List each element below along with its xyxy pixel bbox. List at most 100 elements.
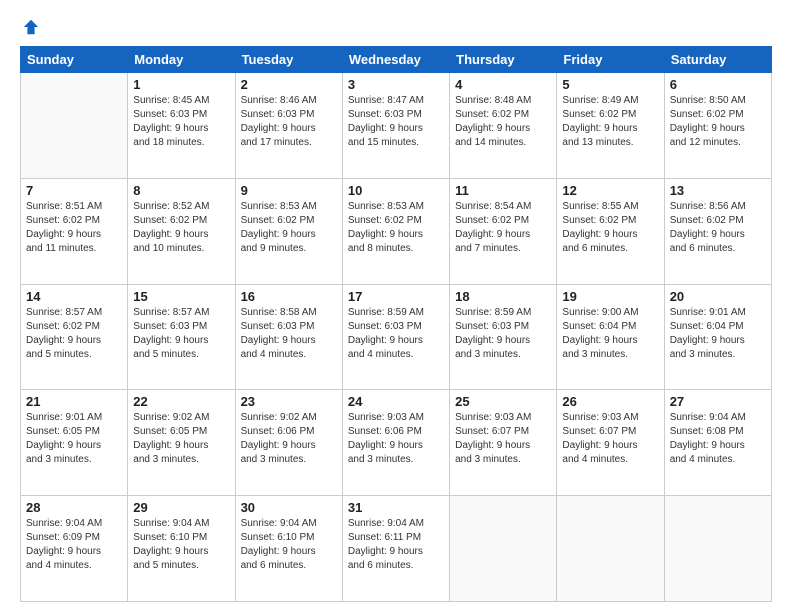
day-number: 2 — [241, 77, 337, 92]
calendar-cell — [450, 496, 557, 602]
day-number: 28 — [26, 500, 122, 515]
calendar-cell: 25 Sunrise: 9:03 AMSunset: 6:07 PMDayligh… — [450, 390, 557, 496]
day-info: Sunrise: 8:48 AMSunset: 6:02 PMDaylight:… — [455, 94, 551, 150]
day-info: Sunrise: 8:58 AMSunset: 6:03 PMDaylight:… — [241, 306, 337, 362]
day-info: Sunrise: 8:59 AMSunset: 6:03 PMDaylight:… — [455, 306, 551, 362]
day-number: 25 — [455, 394, 551, 409]
day-number: 29 — [133, 500, 229, 515]
day-number: 12 — [562, 183, 658, 198]
day-info: Sunrise: 8:46 AMSunset: 6:03 PMDaylight:… — [241, 94, 337, 150]
logo-icon — [22, 18, 40, 36]
calendar-cell: 29 Sunrise: 9:04 AMSunset: 6:10 PMDayligh… — [128, 496, 235, 602]
calendar-cell: 27 Sunrise: 9:04 AMSunset: 6:08 PMDayligh… — [664, 390, 771, 496]
logo — [20, 18, 40, 36]
calendar-cell: 1 Sunrise: 8:45 AMSunset: 6:03 PMDaylight… — [128, 73, 235, 179]
calendar-cell: 10 Sunrise: 8:53 AMSunset: 6:02 PMDayligh… — [342, 178, 449, 284]
day-info: Sunrise: 9:01 AMSunset: 6:04 PMDaylight:… — [670, 306, 766, 362]
day-number: 15 — [133, 289, 229, 304]
day-info: Sunrise: 9:02 AMSunset: 6:05 PMDaylight:… — [133, 411, 229, 467]
day-info: Sunrise: 9:00 AMSunset: 6:04 PMDaylight:… — [562, 306, 658, 362]
day-number: 10 — [348, 183, 444, 198]
calendar-cell: 30Sunrise: 9:04 AMSunset: 6:10 PMDayligh… — [235, 496, 342, 602]
calendar-cell — [664, 496, 771, 602]
day-info: Sunrise: 8:53 AMSunset: 6:02 PMDaylight:… — [241, 200, 337, 256]
calendar-cell: 12Sunrise: 8:55 AMSunset: 6:02 PMDayligh… — [557, 178, 664, 284]
calendar-cell: 16 Sunrise: 8:58 AMSunset: 6:03 PMDayligh… — [235, 284, 342, 390]
day-number: 21 — [26, 394, 122, 409]
calendar-cell: 9 Sunrise: 8:53 AMSunset: 6:02 PMDaylight… — [235, 178, 342, 284]
day-info: Sunrise: 9:02 AMSunset: 6:06 PMDaylight:… — [241, 411, 337, 467]
day-number: 9 — [241, 183, 337, 198]
header — [20, 18, 772, 36]
day-header: Thursday — [450, 47, 557, 73]
day-number: 7 — [26, 183, 122, 198]
day-info: Sunrise: 8:47 AMSunset: 6:03 PMDaylight:… — [348, 94, 444, 150]
calendar-table: SundayMondayTuesdayWednesdayThursdayFrid… — [20, 46, 772, 602]
day-number: 30 — [241, 500, 337, 515]
day-info: Sunrise: 9:04 AMSunset: 6:10 PMDaylight:… — [133, 517, 229, 573]
week-row: 1 Sunrise: 8:45 AMSunset: 6:03 PMDaylight… — [21, 73, 772, 179]
day-number: 6 — [670, 77, 766, 92]
week-row: 28 Sunrise: 9:04 AMSunset: 6:09 PMDayligh… — [21, 496, 772, 602]
day-info: Sunrise: 8:56 AMSunset: 6:02 PMDaylight:… — [670, 200, 766, 256]
day-header: Tuesday — [235, 47, 342, 73]
day-info: Sunrise: 9:03 AMSunset: 6:07 PMDaylight:… — [455, 411, 551, 467]
calendar-cell: 23 Sunrise: 9:02 AMSunset: 6:06 PMDayligh… — [235, 390, 342, 496]
day-info: Sunrise: 8:49 AMSunset: 6:02 PMDaylight:… — [562, 94, 658, 150]
day-number: 16 — [241, 289, 337, 304]
week-row: 7 Sunrise: 8:51 AMSunset: 6:02 PMDaylight… — [21, 178, 772, 284]
day-number: 1 — [133, 77, 229, 92]
calendar-cell: 7 Sunrise: 8:51 AMSunset: 6:02 PMDaylight… — [21, 178, 128, 284]
day-number: 13 — [670, 183, 766, 198]
day-number: 27 — [670, 394, 766, 409]
day-number: 23 — [241, 394, 337, 409]
day-number: 19 — [562, 289, 658, 304]
day-info: Sunrise: 8:59 AMSunset: 6:03 PMDaylight:… — [348, 306, 444, 362]
calendar-cell: 3 Sunrise: 8:47 AMSunset: 6:03 PMDaylight… — [342, 73, 449, 179]
calendar-cell: 24Sunrise: 9:03 AMSunset: 6:06 PMDayligh… — [342, 390, 449, 496]
calendar-cell: 8Sunrise: 8:52 AMSunset: 6:02 PMDaylight… — [128, 178, 235, 284]
day-info: Sunrise: 8:53 AMSunset: 6:02 PMDaylight:… — [348, 200, 444, 256]
day-info: Sunrise: 9:03 AMSunset: 6:07 PMDaylight:… — [562, 411, 658, 467]
day-number: 20 — [670, 289, 766, 304]
calendar-cell: 4Sunrise: 8:48 AMSunset: 6:02 PMDaylight… — [450, 73, 557, 179]
day-header: Monday — [128, 47, 235, 73]
calendar-cell: 31 Sunrise: 9:04 AMSunset: 6:11 PMDayligh… — [342, 496, 449, 602]
day-info: Sunrise: 9:04 AMSunset: 6:08 PMDaylight:… — [670, 411, 766, 467]
calendar-cell: 18 Sunrise: 8:59 AMSunset: 6:03 PMDayligh… — [450, 284, 557, 390]
day-info: Sunrise: 9:04 AMSunset: 6:09 PMDaylight:… — [26, 517, 122, 573]
calendar-cell: 6Sunrise: 8:50 AMSunset: 6:02 PMDaylight… — [664, 73, 771, 179]
day-info: Sunrise: 8:51 AMSunset: 6:02 PMDaylight:… — [26, 200, 122, 256]
day-number: 18 — [455, 289, 551, 304]
calendar-cell: 22Sunrise: 9:02 AMSunset: 6:05 PMDayligh… — [128, 390, 235, 496]
week-row: 14 Sunrise: 8:57 AMSunset: 6:02 PMDayligh… — [21, 284, 772, 390]
header-row: SundayMondayTuesdayWednesdayThursdayFrid… — [21, 47, 772, 73]
week-row: 21 Sunrise: 9:01 AMSunset: 6:05 PMDayligh… — [21, 390, 772, 496]
calendar-cell: 17 Sunrise: 8:59 AMSunset: 6:03 PMDayligh… — [342, 284, 449, 390]
day-number: 26 — [562, 394, 658, 409]
calendar-cell: 19 Sunrise: 9:00 AMSunset: 6:04 PMDayligh… — [557, 284, 664, 390]
day-header: Wednesday — [342, 47, 449, 73]
calendar-cell: 21 Sunrise: 9:01 AMSunset: 6:05 PMDayligh… — [21, 390, 128, 496]
day-number: 5 — [562, 77, 658, 92]
day-number: 8 — [133, 183, 229, 198]
calendar-cell: 26 Sunrise: 9:03 AMSunset: 6:07 PMDayligh… — [557, 390, 664, 496]
calendar-cell: 20 Sunrise: 9:01 AMSunset: 6:04 PMDayligh… — [664, 284, 771, 390]
day-header: Friday — [557, 47, 664, 73]
day-info: Sunrise: 9:04 AMSunset: 6:11 PMDaylight:… — [348, 517, 444, 573]
day-info: Sunrise: 8:54 AMSunset: 6:02 PMDaylight:… — [455, 200, 551, 256]
day-number: 17 — [348, 289, 444, 304]
calendar-cell: 2 Sunrise: 8:46 AMSunset: 6:03 PMDaylight… — [235, 73, 342, 179]
calendar-cell: 28 Sunrise: 9:04 AMSunset: 6:09 PMDayligh… — [21, 496, 128, 602]
day-header: Saturday — [664, 47, 771, 73]
day-info: Sunrise: 8:45 AMSunset: 6:03 PMDaylight:… — [133, 94, 229, 150]
calendar-cell — [21, 73, 128, 179]
calendar-cell: 15Sunrise: 8:57 AMSunset: 6:03 PMDayligh… — [128, 284, 235, 390]
day-info: Sunrise: 8:57 AMSunset: 6:02 PMDaylight:… — [26, 306, 122, 362]
day-number: 3 — [348, 77, 444, 92]
calendar-cell — [557, 496, 664, 602]
day-number: 14 — [26, 289, 122, 304]
day-info: Sunrise: 9:01 AMSunset: 6:05 PMDaylight:… — [26, 411, 122, 467]
day-number: 11 — [455, 183, 551, 198]
day-number: 31 — [348, 500, 444, 515]
